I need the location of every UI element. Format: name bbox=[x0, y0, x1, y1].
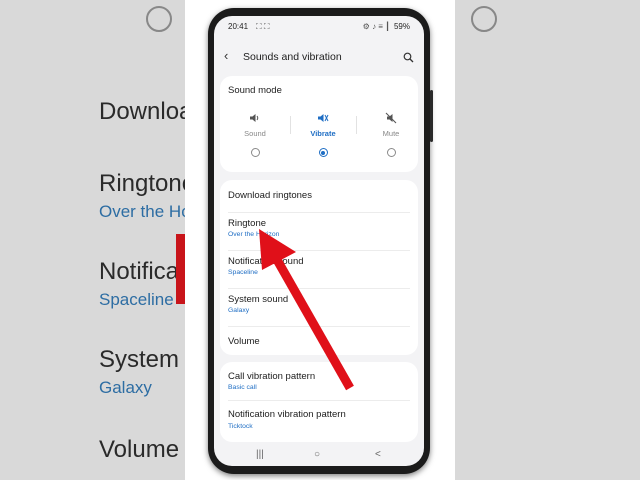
sound-mode-label: Sound bbox=[244, 129, 266, 138]
radio-button[interactable] bbox=[386, 148, 396, 157]
list-item-title: Notification vibration pattern bbox=[228, 409, 346, 420]
search-icon[interactable] bbox=[403, 50, 414, 68]
vibration-settings-card: Call vibration pattern Basic call Notifi… bbox=[220, 362, 418, 442]
side-button bbox=[430, 90, 433, 142]
list-item-volume[interactable]: Volume bbox=[220, 327, 418, 355]
list-item-value: Ticktock bbox=[228, 423, 253, 430]
list-item-title: Volume bbox=[228, 336, 260, 347]
sound-mode-vibrate[interactable]: Vibrate bbox=[292, 112, 354, 157]
speaker-icon bbox=[224, 112, 286, 124]
back-icon[interactable]: < bbox=[375, 449, 381, 460]
sound-mode-label: Vibrate bbox=[310, 129, 336, 138]
list-item-title: System sound bbox=[228, 294, 289, 305]
sound-mode-sound[interactable]: Sound bbox=[224, 112, 286, 157]
list-item-title: Notification sound bbox=[228, 256, 304, 267]
bg-item-notification: Notificat Spaceline bbox=[99, 258, 185, 309]
bg-arrow-fragment bbox=[176, 234, 185, 304]
background-right-panel bbox=[455, 0, 640, 480]
status-right-icons: ⚙ ♪ ≡ ┃ bbox=[362, 22, 390, 31]
back-arrow-icon[interactable]: ‹ bbox=[224, 48, 228, 63]
status-time: 20:41 bbox=[228, 22, 249, 31]
radio-button-selected[interactable] bbox=[318, 148, 328, 157]
phone-frame: 20:41 ⛶ ⛶ ⚙ ♪ ≡ ┃ 59% ‹ Sounds and vibra… bbox=[208, 8, 433, 474]
mode-divider bbox=[290, 116, 291, 134]
mode-divider bbox=[356, 116, 357, 134]
background-left-panel: Downloa RingtoneOver the Hor NotificatSp… bbox=[0, 0, 185, 480]
list-item-notification-sound[interactable]: Notification sound Spaceline bbox=[220, 251, 418, 288]
bg-item-download: Downloa bbox=[99, 98, 185, 125]
ringtone-settings-card: Download ringtones Ringtone Over the Hor… bbox=[220, 180, 418, 355]
bg-radio-icon-right bbox=[471, 6, 497, 32]
bg-item-volume: Volume bbox=[99, 436, 180, 463]
sound-mode-mute[interactable]: Mute bbox=[360, 112, 418, 157]
bg-item-system: System Galaxy bbox=[99, 346, 180, 397]
bg-item-ringtone: RingtoneOver the Hor bbox=[99, 170, 185, 221]
list-item-ringtone[interactable]: Ringtone Over the Horizon bbox=[220, 213, 418, 250]
sound-mode-title: Sound mode bbox=[228, 85, 282, 96]
app-bar: ‹ Sounds and vibration bbox=[214, 44, 424, 70]
list-item-system-sound[interactable]: System sound Galaxy bbox=[220, 289, 418, 326]
vibrate-icon bbox=[292, 112, 354, 124]
navigation-bar: ||| ○ < bbox=[214, 446, 424, 466]
list-item-value: Basic call bbox=[228, 384, 257, 391]
recents-icon[interactable]: ||| bbox=[256, 449, 264, 460]
battery-level: 59% bbox=[393, 22, 410, 31]
list-item-title: Ringtone bbox=[228, 218, 267, 229]
list-item-title: Download ringtones bbox=[228, 190, 312, 201]
mute-icon bbox=[360, 112, 418, 124]
status-left-icons: ⛶ ⛶ bbox=[256, 22, 270, 31]
radio-button[interactable] bbox=[250, 148, 260, 157]
page-title: Sounds and vibration bbox=[243, 51, 342, 63]
sound-mode-card: Sound mode Sound Vibrate Mute bbox=[220, 76, 418, 172]
list-item-notification-vibration[interactable]: Notification vibration pattern Ticktock bbox=[220, 401, 418, 439]
phone-screen: 20:41 ⛶ ⛶ ⚙ ♪ ≡ ┃ 59% ‹ Sounds and vibra… bbox=[214, 16, 424, 466]
bg-radio-icon bbox=[146, 6, 172, 32]
list-item-download-ringtones[interactable]: Download ringtones bbox=[220, 180, 418, 212]
list-item-title: Call vibration pattern bbox=[228, 371, 316, 382]
list-item-value: Galaxy bbox=[228, 307, 250, 314]
home-icon[interactable]: ○ bbox=[314, 449, 320, 460]
status-bar: 20:41 ⛶ ⛶ ⚙ ♪ ≡ ┃ 59% bbox=[214, 16, 424, 36]
list-item-call-vibration[interactable]: Call vibration pattern Basic call bbox=[220, 362, 418, 400]
list-item-value: Over the Horizon bbox=[228, 231, 280, 238]
sound-mode-label: Mute bbox=[382, 129, 400, 138]
list-item-value: Spaceline bbox=[228, 269, 258, 276]
